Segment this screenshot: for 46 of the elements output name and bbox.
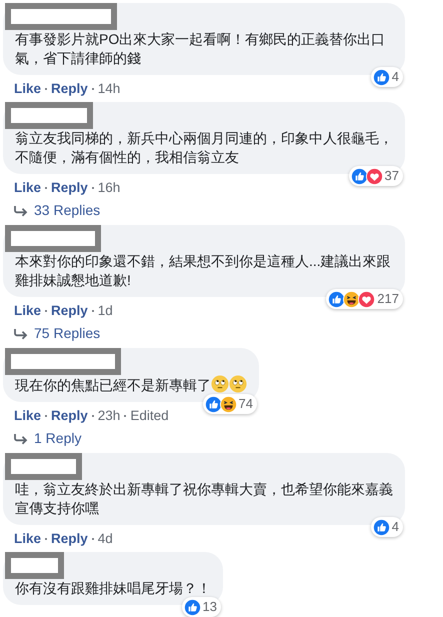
comment-text: 翁立友我同梯的，新兵中心兩個月同連的，印象中人很龜毛，不隨便，滿有個性的，我相信翁立友: [15, 129, 393, 167]
like-link[interactable]: Like: [14, 531, 42, 546]
like-link[interactable]: Like: [14, 303, 42, 318]
separator-dot: [92, 187, 94, 190]
separator-dot: [45, 88, 48, 90]
comment-time: 4d: [98, 531, 113, 546]
comment-text: 你有沒有跟雞排妹唱尾牙場？！: [15, 579, 211, 598]
like-link[interactable]: Like: [14, 408, 42, 423]
comment-text: 現在你的焦點已經不是新專輯了: [15, 375, 247, 395]
reply-link[interactable]: Reply: [51, 531, 88, 546]
view-replies-link[interactable]: 33 Replies: [34, 200, 100, 221]
separator-dot: [45, 415, 48, 418]
comment-time: 14h: [98, 81, 120, 96]
view-replies-link[interactable]: 75 Replies: [34, 323, 100, 344]
reply-arrow-icon: [14, 432, 28, 444]
reaction-count: 4: [392, 68, 399, 86]
reply-link[interactable]: Reply: [51, 303, 88, 318]
separator-dot: [45, 310, 48, 312]
reply-link[interactable]: Reply: [51, 180, 88, 195]
reaction-count: 74: [238, 395, 253, 414]
comment-text: 本來對你的印象還不錯，結果想不到你是這種人...建議出來跟雞排妹誠懇地道歉!: [15, 252, 392, 290]
reply-arrow-icon: [14, 328, 28, 340]
comment-time: 23h: [98, 408, 120, 423]
reaction-count: 4: [392, 518, 399, 536]
reaction-count: 37: [384, 167, 399, 186]
like-link[interactable]: Like: [14, 81, 42, 96]
separator-dot: [45, 187, 48, 190]
comment-time: 16h: [98, 180, 120, 195]
view-replies-link[interactable]: 1 Reply: [34, 428, 82, 449]
separator-dot: [92, 88, 94, 90]
separator-dot: [45, 538, 48, 540]
separator-dot: [92, 310, 94, 312]
comment-time: 1d: [98, 303, 113, 318]
comment-text: 有事發影片就PO出來大家一起看啊！有鄉民的正義替你出口氣，省下請律師的錢: [15, 30, 386, 68]
reply-link[interactable]: Reply: [51, 408, 88, 423]
redacted-name: [5, 552, 64, 579]
reaction-count: 217: [377, 290, 399, 308]
edited-label: Edited: [130, 408, 169, 423]
reply-link[interactable]: Reply: [51, 81, 88, 96]
like-link[interactable]: Like: [14, 180, 42, 195]
reply-arrow-icon: [14, 204, 28, 216]
separator-dot: [124, 415, 126, 418]
separator-dot: [92, 538, 94, 540]
separator-dot: [92, 415, 94, 418]
reaction-count: 13: [202, 598, 217, 616]
comment-text: 哇，翁立友終於出新專輯了祝你專輯大賣，也希望你能來嘉義宣傳支持你嘿: [15, 480, 393, 518]
